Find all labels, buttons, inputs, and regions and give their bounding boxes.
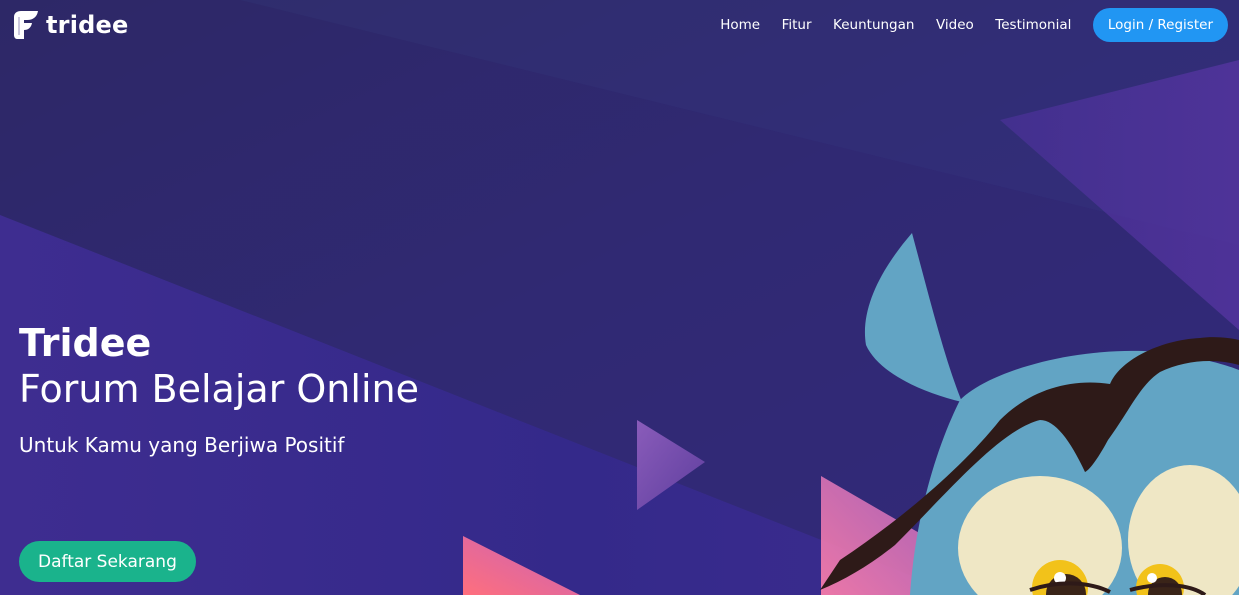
- hero-tagline: Untuk Kamu yang Berjiwa Positif: [19, 433, 345, 457]
- register-now-button[interactable]: Daftar Sekarang: [19, 541, 196, 582]
- nav-menu: Home Fitur Keuntungan Video Testimonial …: [720, 8, 1228, 42]
- brand-logo[interactable]: tridee: [8, 8, 128, 42]
- tridee-logo-icon: [14, 11, 38, 39]
- hero-background: [0, 0, 1239, 595]
- top-navbar: tridee Home Fitur Keuntungan Video Testi…: [0, 0, 1239, 50]
- nav-link-keuntungan[interactable]: Keuntungan: [833, 17, 914, 33]
- nav-link-testimonial[interactable]: Testimonial: [995, 17, 1071, 33]
- nav-link-home[interactable]: Home: [720, 17, 760, 33]
- hero-section: tridee Home Fitur Keuntungan Video Testi…: [0, 0, 1239, 595]
- nav-link-video[interactable]: Video: [936, 17, 974, 33]
- nav-link-fitur[interactable]: Fitur: [782, 17, 812, 33]
- hero-subtitle: Forum Belajar Online: [19, 367, 419, 411]
- hero-content: Tridee Forum Belajar Online Untuk Kamu y…: [19, 318, 419, 458]
- brand-name: tridee: [46, 11, 129, 39]
- login-register-button[interactable]: Login / Register: [1092, 8, 1228, 42]
- hero-title: Tridee: [19, 321, 152, 365]
